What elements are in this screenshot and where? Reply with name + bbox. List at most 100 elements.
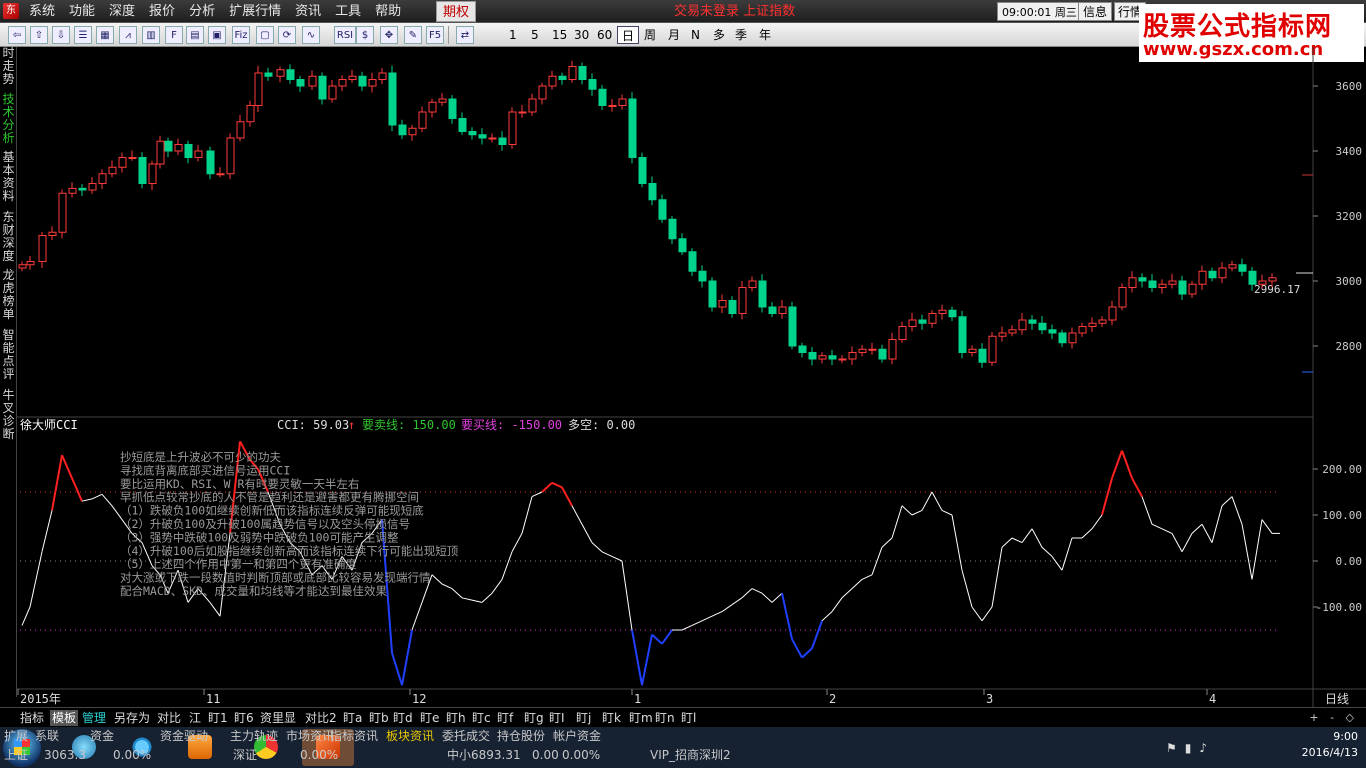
bottom-tab-7[interactable]: 盯6: [234, 710, 254, 726]
bottom-tab-17[interactable]: 盯g: [524, 710, 544, 726]
fiz-icon[interactable]: Fiz: [232, 26, 250, 44]
bottom-tab-9[interactable]: 对比2: [305, 710, 337, 726]
bottom-tab-13[interactable]: 盯e: [420, 710, 439, 726]
fund-icon[interactable]: ▤: [186, 26, 204, 44]
info-tab-10[interactable]: 帐户资金: [553, 728, 601, 744]
bottom-tab-6[interactable]: 盯1: [208, 710, 228, 726]
info-tab-3[interactable]: 资金驱动: [160, 728, 208, 744]
cci-segment: [41, 510, 53, 552]
bottom-tab-8[interactable]: 资里显: [260, 710, 296, 726]
info-tab-6[interactable]: 指标资讯: [330, 728, 378, 744]
info-tab-1[interactable]: 系联: [35, 728, 59, 744]
options-button[interactable]: 期权: [436, 1, 477, 22]
info-button[interactable]: 信息: [1078, 2, 1112, 21]
period-6[interactable]: 周: [640, 26, 660, 44]
list-icon[interactable]: ☰: [74, 26, 92, 44]
indicator-name[interactable]: 徐大师CCI: [20, 417, 78, 432]
period-11[interactable]: 年: [755, 26, 775, 44]
period-0[interactable]: 1: [505, 26, 521, 44]
menu-depth[interactable]: 深度: [102, 0, 142, 23]
period-2[interactable]: 15: [548, 26, 571, 44]
bottom-tab-15[interactable]: 盯c: [472, 710, 491, 726]
period-1[interactable]: 5: [527, 26, 543, 44]
report-icon[interactable]: ▣: [208, 26, 226, 44]
period-3[interactable]: 30: [570, 26, 593, 44]
bottom-tab-21[interactable]: 盯m: [629, 710, 653, 726]
cci-axis-label: 200.00: [1322, 463, 1362, 476]
candle-body: [264, 72, 273, 77]
down-icon[interactable]: ⇩: [52, 26, 70, 44]
menu-system[interactable]: 系统: [22, 0, 62, 23]
bottom-tab-19[interactable]: 盯j: [576, 710, 591, 726]
period-8[interactable]: N: [687, 26, 704, 44]
info-tab-2[interactable]: 资金: [90, 728, 114, 744]
period-10[interactable]: 季: [731, 26, 751, 44]
bottom-tab-0[interactable]: 指标: [20, 710, 44, 726]
menu-function[interactable]: 功能: [62, 0, 102, 23]
bottom-tab-10[interactable]: 盯a: [343, 710, 362, 726]
up-icon[interactable]: ⇧: [30, 26, 48, 44]
price-axis-label: 2800: [1336, 340, 1363, 353]
rsi-icon[interactable]: RSI: [334, 26, 356, 44]
curve-icon[interactable]: ∿: [302, 26, 320, 44]
bottom-tab-3[interactable]: 另存为: [114, 710, 150, 726]
cci-segment: [791, 638, 803, 659]
cci-segment: [781, 592, 793, 640]
line-chart-icon[interactable]: ⩘: [119, 26, 137, 44]
period-9[interactable]: 多: [709, 26, 729, 44]
candle-icon[interactable]: ▥: [142, 26, 160, 44]
chart-area[interactable]: 3600 3400 3200 3000 2800 2996.17 徐大师CCI CCI: 59…: [0, 47, 1366, 707]
candle-body: [308, 75, 317, 87]
bottom-tab-23[interactable]: 盯l: [681, 710, 696, 726]
pencil-icon[interactable]: ✎: [404, 26, 422, 44]
clock-display: 09:00:01 周三: [997, 2, 1082, 21]
info-tab-0[interactable]: 扩展: [4, 728, 28, 744]
bottom-tab-11[interactable]: 盯b: [369, 710, 389, 726]
move-icon[interactable]: ✥: [380, 26, 398, 44]
bottom-tab-22[interactable]: 盯n: [655, 710, 675, 726]
bottom-tab-5[interactable]: 江: [189, 710, 201, 726]
candle-body: [1178, 280, 1187, 295]
refresh-icon[interactable]: ⟳: [278, 26, 296, 44]
info-tab-5[interactable]: 市场资讯: [286, 728, 334, 744]
news-icon[interactable]: ▢: [256, 26, 274, 44]
bottom-tab-20[interactable]: 盯k: [602, 710, 621, 726]
cci-segment: [1021, 528, 1033, 543]
menu-help[interactable]: 帮助: [368, 0, 408, 23]
switch-icon[interactable]: ⇄: [456, 26, 474, 44]
candle-body: [978, 348, 987, 363]
table-icon[interactable]: ▦: [96, 26, 114, 44]
menu-news[interactable]: 资讯: [288, 0, 328, 23]
candle-body: [768, 306, 777, 314]
bottom-tab-4[interactable]: 对比: [157, 710, 181, 726]
f5-icon[interactable]: F5: [426, 26, 444, 44]
cci-segment: [1181, 533, 1193, 553]
menu-extended-market[interactable]: 扩展行情: [222, 0, 288, 23]
kline-chart[interactable]: 3600 3400 3200 3000 2800 2996.17 徐大师CCI CCI: 59…: [0, 47, 1366, 707]
candle-body: [348, 75, 357, 80]
menu-analysis[interactable]: 分析: [182, 0, 222, 23]
period-7[interactable]: 月: [664, 26, 684, 44]
bottom-tab-16[interactable]: 盯f: [497, 710, 513, 726]
period-4[interactable]: 60: [593, 26, 616, 44]
cci-segment: [401, 629, 413, 686]
bottom-tab-14[interactable]: 盯h: [446, 710, 466, 726]
bottom-tab-12[interactable]: 盯d: [393, 710, 413, 726]
bottom-tab-2[interactable]: 管理: [82, 710, 106, 726]
info-tab-9[interactable]: 持仓股份: [497, 728, 545, 744]
menu-tools[interactable]: 工具: [328, 0, 368, 23]
cci-segment: [561, 486, 573, 507]
period-5[interactable]: 日: [617, 26, 640, 44]
info-tab-8[interactable]: 委托成交: [442, 728, 490, 744]
panel-controls[interactable]: + - ◇: [1309, 710, 1358, 726]
time-axis-label: 11: [206, 692, 220, 706]
info-tab-4[interactable]: 主力轨迹: [230, 728, 278, 744]
cci-segment: [1111, 450, 1123, 479]
info-tab-7[interactable]: 板块资讯: [386, 728, 434, 744]
back-icon[interactable]: ⇦: [8, 26, 26, 44]
menu-quotes[interactable]: 报价: [142, 0, 182, 23]
bottom-tab-1[interactable]: 模板: [50, 710, 79, 726]
bottom-tab-18[interactable]: 盯I: [549, 710, 565, 726]
f10-icon[interactable]: F: [165, 26, 183, 44]
dollar-icon[interactable]: $: [356, 26, 374, 44]
